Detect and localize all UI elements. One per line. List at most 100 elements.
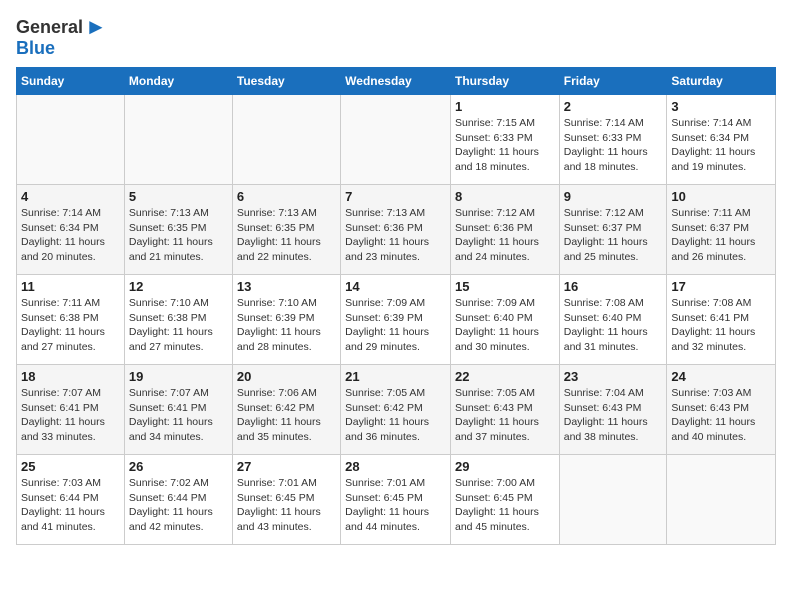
header-wednesday: Wednesday: [341, 68, 451, 95]
header-tuesday: Tuesday: [232, 68, 340, 95]
calendar-cell: 1 Sunrise: 7:15 AM Sunset: 6:33 PM Daylig…: [450, 95, 559, 185]
header-saturday: Saturday: [667, 68, 776, 95]
logo-text-blue: Blue: [16, 38, 55, 59]
day-info: Sunrise: 7:04 AM Sunset: 6:43 PM Dayligh…: [564, 386, 663, 445]
calendar-cell: 10Sunrise: 7:11 AM Sunset: 6:37 PM Dayli…: [667, 185, 776, 275]
day-number: 15: [455, 279, 555, 294]
day-info: Sunrise: 7:10 AM Sunset: 6:38 PM Dayligh…: [129, 296, 228, 355]
header-thursday: Thursday: [450, 68, 559, 95]
day-number: 11: [21, 279, 120, 294]
calendar-cell: 11 Sunrise: 7:11 AM Sunset: 6:38 PM Dayli…: [17, 275, 125, 365]
calendar-cell: 8Sunrise: 7:12 AM Sunset: 6:36 PM Daylig…: [450, 185, 559, 275]
day-info: Sunrise: 7:14 AM Sunset: 6:33 PM Dayligh…: [564, 116, 663, 175]
day-info: Sunrise: 7:14 AM Sunset: 6:34 PM Dayligh…: [21, 206, 120, 265]
day-info: Sunrise: 7:09 AM Sunset: 6:39 PM Dayligh…: [345, 296, 446, 355]
logo-graphic: General ► Blue: [16, 16, 107, 59]
day-number: 8: [455, 189, 555, 204]
calendar-cell: 19 Sunrise: 7:07 AM Sunset: 6:41 PM Dayli…: [124, 365, 232, 455]
week-row-2: 4 Sunrise: 7:14 AM Sunset: 6:34 PM Daylig…: [17, 185, 776, 275]
day-info: Sunrise: 7:10 AM Sunset: 6:39 PM Dayligh…: [237, 296, 336, 355]
day-info: Sunrise: 7:12 AM Sunset: 6:37 PM Dayligh…: [564, 206, 663, 265]
day-number: 7: [345, 189, 446, 204]
day-number: 2: [564, 99, 663, 114]
header: General ► Blue: [16, 16, 776, 59]
day-info: Sunrise: 7:08 AM Sunset: 6:40 PM Dayligh…: [564, 296, 663, 355]
day-number: 6: [237, 189, 336, 204]
calendar-cell: 24Sunrise: 7:03 AM Sunset: 6:43 PM Dayli…: [667, 365, 776, 455]
day-number: 26: [129, 459, 228, 474]
calendar-cell: 2 Sunrise: 7:14 AM Sunset: 6:33 PM Daylig…: [559, 95, 667, 185]
day-info: Sunrise: 7:07 AM Sunset: 6:41 PM Dayligh…: [21, 386, 120, 445]
day-number: 17: [671, 279, 771, 294]
calendar-cell: 21 Sunrise: 7:05 AM Sunset: 6:42 PM Dayli…: [341, 365, 451, 455]
day-number: 4: [21, 189, 120, 204]
calendar-cell: 16 Sunrise: 7:08 AM Sunset: 6:40 PM Dayli…: [559, 275, 667, 365]
calendar-header-row: SundayMondayTuesdayWednesdayThursdayFrid…: [17, 68, 776, 95]
day-number: 29: [455, 459, 555, 474]
calendar-cell: 18 Sunrise: 7:07 AM Sunset: 6:41 PM Dayli…: [17, 365, 125, 455]
calendar-table: SundayMondayTuesdayWednesdayThursdayFrid…: [16, 67, 776, 545]
header-sunday: Sunday: [17, 68, 125, 95]
calendar-cell: 5 Sunrise: 7:13 AM Sunset: 6:35 PM Daylig…: [124, 185, 232, 275]
day-info: Sunrise: 7:03 AM Sunset: 6:44 PM Dayligh…: [21, 476, 120, 535]
day-info: Sunrise: 7:13 AM Sunset: 6:35 PM Dayligh…: [129, 206, 228, 265]
day-info: Sunrise: 7:05 AM Sunset: 6:43 PM Dayligh…: [455, 386, 555, 445]
calendar-cell: 12 Sunrise: 7:10 AM Sunset: 6:38 PM Dayli…: [124, 275, 232, 365]
calendar-cell: 4 Sunrise: 7:14 AM Sunset: 6:34 PM Daylig…: [17, 185, 125, 275]
day-number: 23: [564, 369, 663, 384]
day-info: Sunrise: 7:02 AM Sunset: 6:44 PM Dayligh…: [129, 476, 228, 535]
calendar-cell: 26 Sunrise: 7:02 AM Sunset: 6:44 PM Dayli…: [124, 455, 232, 545]
day-info: Sunrise: 7:01 AM Sunset: 6:45 PM Dayligh…: [345, 476, 446, 535]
day-info: Sunrise: 7:06 AM Sunset: 6:42 PM Dayligh…: [237, 386, 336, 445]
calendar-cell: 28 Sunrise: 7:01 AM Sunset: 6:45 PM Dayli…: [341, 455, 451, 545]
day-info: Sunrise: 7:15 AM Sunset: 6:33 PM Dayligh…: [455, 116, 555, 175]
calendar-cell: [17, 95, 125, 185]
week-row-4: 18 Sunrise: 7:07 AM Sunset: 6:41 PM Dayli…: [17, 365, 776, 455]
day-number: 27: [237, 459, 336, 474]
week-row-5: 25 Sunrise: 7:03 AM Sunset: 6:44 PM Dayli…: [17, 455, 776, 545]
calendar-cell: 6 Sunrise: 7:13 AM Sunset: 6:35 PM Daylig…: [232, 185, 340, 275]
day-info: Sunrise: 7:07 AM Sunset: 6:41 PM Dayligh…: [129, 386, 228, 445]
calendar-cell: 7 Sunrise: 7:13 AM Sunset: 6:36 PM Daylig…: [341, 185, 451, 275]
week-row-1: 1 Sunrise: 7:15 AM Sunset: 6:33 PM Daylig…: [17, 95, 776, 185]
header-monday: Monday: [124, 68, 232, 95]
week-row-3: 11 Sunrise: 7:11 AM Sunset: 6:38 PM Dayli…: [17, 275, 776, 365]
day-number: 5: [129, 189, 228, 204]
day-number: 12: [129, 279, 228, 294]
day-info: Sunrise: 7:03 AM Sunset: 6:43 PM Dayligh…: [671, 386, 771, 445]
day-number: 18: [21, 369, 120, 384]
calendar-cell: 27 Sunrise: 7:01 AM Sunset: 6:45 PM Dayli…: [232, 455, 340, 545]
day-info: Sunrise: 7:11 AM Sunset: 6:38 PM Dayligh…: [21, 296, 120, 355]
day-number: 21: [345, 369, 446, 384]
logo: General ► Blue: [16, 16, 107, 59]
day-info: Sunrise: 7:01 AM Sunset: 6:45 PM Dayligh…: [237, 476, 336, 535]
day-number: 1: [455, 99, 555, 114]
calendar-cell: 3 Sunrise: 7:14 AM Sunset: 6:34 PM Daylig…: [667, 95, 776, 185]
day-number: 13: [237, 279, 336, 294]
calendar-cell: 25 Sunrise: 7:03 AM Sunset: 6:44 PM Dayli…: [17, 455, 125, 545]
calendar-body: 1 Sunrise: 7:15 AM Sunset: 6:33 PM Daylig…: [17, 95, 776, 545]
day-number: 22: [455, 369, 555, 384]
day-number: 28: [345, 459, 446, 474]
day-number: 16: [564, 279, 663, 294]
day-info: Sunrise: 7:14 AM Sunset: 6:34 PM Dayligh…: [671, 116, 771, 175]
day-info: Sunrise: 7:13 AM Sunset: 6:36 PM Dayligh…: [345, 206, 446, 265]
day-number: 25: [21, 459, 120, 474]
day-number: 20: [237, 369, 336, 384]
calendar-cell: [341, 95, 451, 185]
day-number: 10: [671, 189, 771, 204]
calendar-cell: [667, 455, 776, 545]
logo-bird-icon: ►: [85, 16, 107, 38]
day-info: Sunrise: 7:05 AM Sunset: 6:42 PM Dayligh…: [345, 386, 446, 445]
day-number: 3: [671, 99, 771, 114]
calendar-cell: 15 Sunrise: 7:09 AM Sunset: 6:40 PM Dayli…: [450, 275, 559, 365]
day-number: 19: [129, 369, 228, 384]
calendar-cell: 17Sunrise: 7:08 AM Sunset: 6:41 PM Dayli…: [667, 275, 776, 365]
header-friday: Friday: [559, 68, 667, 95]
day-info: Sunrise: 7:09 AM Sunset: 6:40 PM Dayligh…: [455, 296, 555, 355]
logo-text-general: General: [16, 17, 83, 38]
calendar-cell: [124, 95, 232, 185]
calendar-cell: [232, 95, 340, 185]
calendar-cell: 20 Sunrise: 7:06 AM Sunset: 6:42 PM Dayli…: [232, 365, 340, 455]
day-info: Sunrise: 7:13 AM Sunset: 6:35 PM Dayligh…: [237, 206, 336, 265]
